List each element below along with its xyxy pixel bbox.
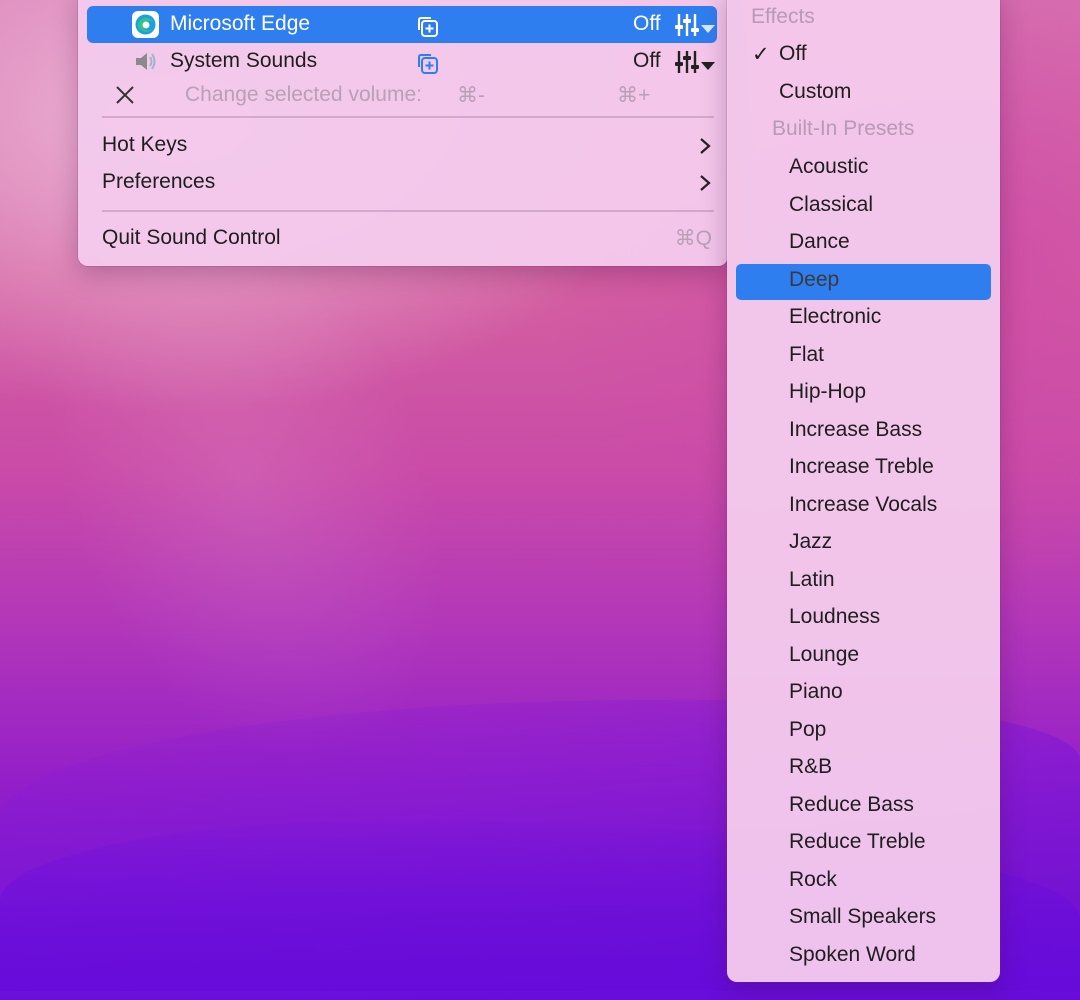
preset-label: Hip-Hop [789, 380, 867, 403]
duplicate-icon[interactable] [416, 52, 438, 74]
effect-label: Custom [779, 80, 852, 103]
effect-label: Off [779, 42, 807, 65]
menu-item-hot-keys[interactable]: Hot Keys [87, 127, 728, 164]
preset-label: R&B [789, 755, 833, 778]
preset-label: Electronic [789, 305, 882, 328]
preset-item[interactable]: Piano [727, 674, 1000, 711]
menu-item-label: Hot Keys [102, 133, 188, 156]
preset-label: Spoken Word [789, 942, 916, 966]
change-volume-row: Change selected volume: ⌘- ⌘+ [87, 82, 728, 112]
preset-label: Loudness [789, 605, 881, 628]
chevron-right-icon [698, 136, 712, 156]
preset-label: Lounge [789, 642, 860, 666]
preset-label: Jazz [789, 530, 833, 553]
menu-item-label: Quit Sound Control [102, 226, 281, 249]
duplicate-icon[interactable] [416, 15, 438, 37]
preset-label: Dance [789, 230, 850, 253]
preset-label: Increase Bass [789, 417, 923, 441]
preset-item[interactable]: Spoken Word [727, 937, 1000, 974]
menu-item-preferences[interactable]: Preferences [87, 164, 728, 201]
effect-off[interactable]: ✓ Off [727, 36, 1000, 73]
effects-submenu: Effects ✓ Off Custom Built-In Presets Ac… [727, 0, 1000, 982]
preset-item[interactable]: Classical [727, 187, 1000, 224]
preset-label: Piano [789, 680, 843, 703]
preset-label: Small Speakers [789, 905, 937, 928]
preset-item[interactable]: Increase Vocals [727, 487, 1000, 524]
preset-item[interactable]: Dance [727, 224, 1000, 261]
app-row-system-sounds[interactable]: System Sounds Off [87, 43, 728, 80]
speaker-icon [132, 48, 159, 75]
checkmark-icon: ✓ [752, 43, 770, 66]
quit-shortcut: ⌘Q [674, 227, 712, 250]
preset-item[interactable]: Increase Bass [727, 412, 1000, 449]
edge-icon [132, 11, 159, 38]
equalizer-dropdown-icon[interactable] [675, 48, 715, 76]
app-name: Microsoft Edge [170, 12, 311, 35]
preset-item[interactable]: Jazz [727, 524, 1000, 561]
preset-item[interactable]: Acoustic [727, 149, 1000, 186]
preset-item[interactable]: Rock [727, 862, 1000, 899]
preset-label: Rock [789, 867, 837, 891]
volume-up-shortcut: ⌘+ [617, 84, 651, 107]
preset-label: Classical [789, 192, 874, 216]
effect-status: Off [633, 12, 661, 35]
selection-highlight [736, 263, 991, 300]
change-volume-label: Change selected volume: [185, 83, 422, 106]
preset-item[interactable]: Lounge [727, 637, 1000, 674]
separator [102, 210, 714, 212]
preset-item[interactable]: Flat [727, 337, 1000, 374]
app-row-microsoft-edge[interactable]: Microsoft Edge Off [87, 6, 717, 43]
effects-header: Effects [727, 0, 1000, 36]
effect-status: Off [633, 49, 661, 72]
preset-item[interactable]: R&B [727, 749, 1000, 786]
close-icon[interactable] [114, 84, 136, 112]
preset-label: Increase Vocals [789, 492, 938, 516]
preset-label: Acoustic [789, 155, 869, 178]
preset-item[interactable]: Increase Treble [727, 449, 1000, 486]
header-label: Built-In Presets [772, 117, 915, 140]
preset-item[interactable]: Hip-Hop [727, 374, 1000, 411]
preset-item[interactable]: Small Speakers [727, 899, 1000, 936]
volume-down-shortcut: ⌘- [457, 84, 485, 107]
preset-item[interactable]: Deep [727, 262, 1000, 300]
chevron-right-icon [698, 173, 712, 193]
sound-control-menu: Microsoft Edge Off System Sounds Off Cha… [78, 0, 728, 266]
preset-label: Increase Treble [789, 455, 934, 478]
presets-header: Built-In Presets [727, 111, 1000, 148]
preset-label: Reduce Treble [789, 830, 926, 853]
preset-item[interactable]: Pop [727, 712, 1000, 749]
effect-custom[interactable]: Custom [727, 74, 1000, 111]
preset-label: Flat [789, 342, 825, 366]
preset-item[interactable]: Loudness [727, 599, 1000, 636]
menu-item-label: Preferences [102, 170, 216, 193]
preset-label: Deep [789, 267, 840, 291]
app-name: System Sounds [170, 49, 318, 72]
preset-item[interactable]: Reduce Treble [727, 824, 1000, 861]
preset-label: Reduce Bass [789, 792, 914, 816]
header-label: Effects [751, 5, 815, 28]
separator [102, 116, 714, 118]
menu-item-quit[interactable]: Quit Sound Control ⌘Q [87, 220, 728, 257]
preset-label: Latin [789, 567, 835, 591]
preset-item[interactable]: Electronic [727, 299, 1000, 336]
preset-item[interactable]: Reduce Bass [727, 787, 1000, 824]
preset-label: Pop [789, 717, 827, 741]
equalizer-dropdown-icon[interactable] [675, 11, 715, 39]
preset-item[interactable]: Latin [727, 562, 1000, 599]
